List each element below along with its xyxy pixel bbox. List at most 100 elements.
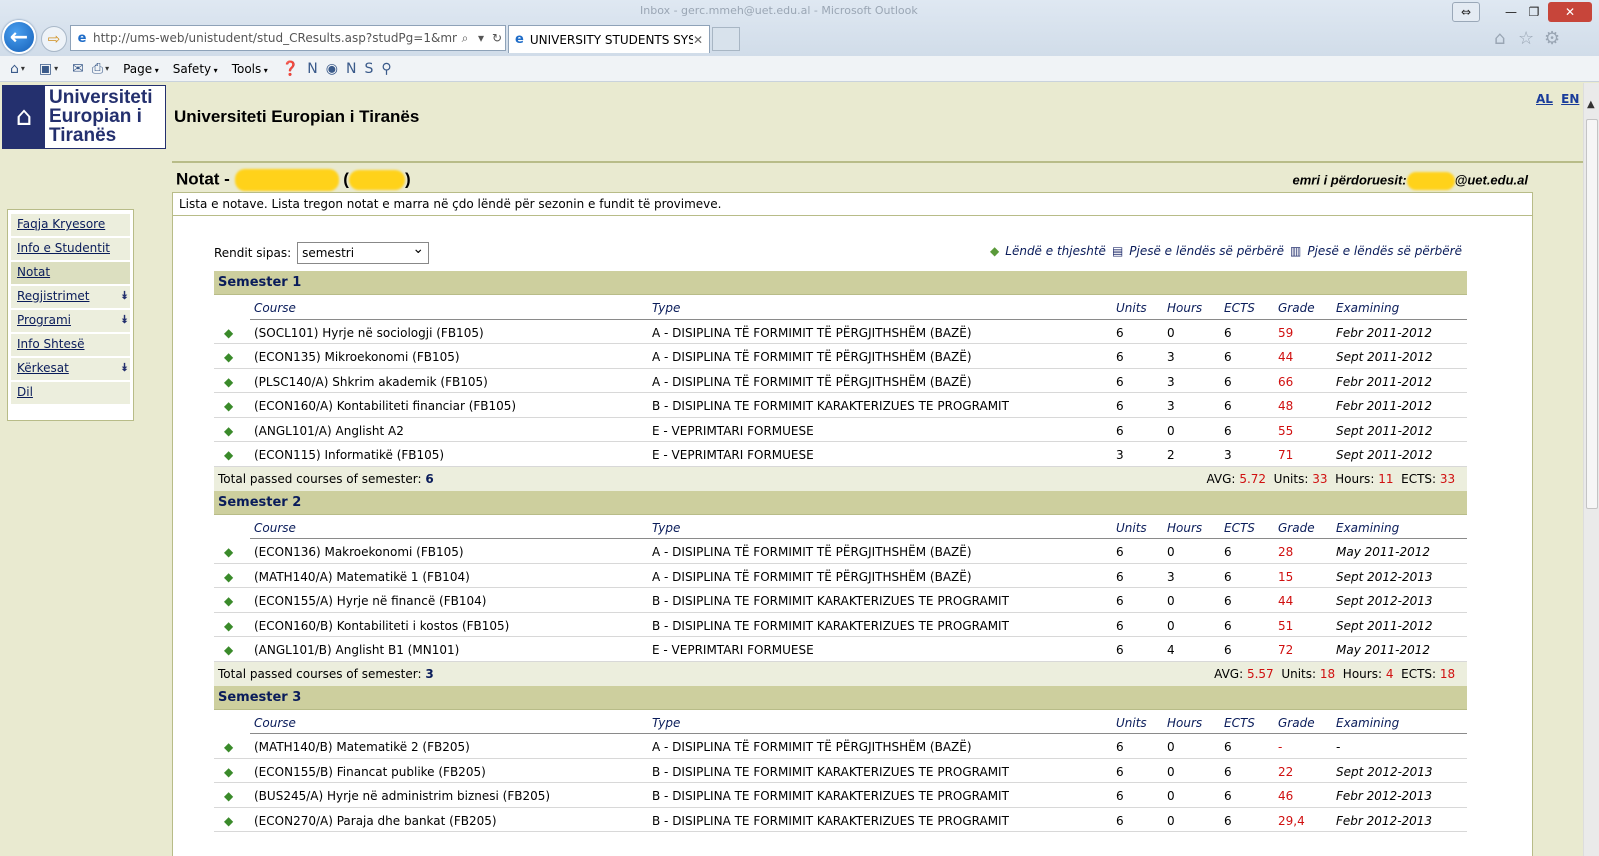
safety-menu[interactable]: Safety <box>173 62 218 76</box>
vertical-scrollbar[interactable]: ▲ <box>1583 83 1599 856</box>
cell-course: (MATH140/B) Matematikë 2 (FB205) <box>254 740 470 754</box>
column-header-examining[interactable]: Examining <box>1336 716 1399 730</box>
cell-exam: Febr 2012-2013 <box>1336 789 1433 803</box>
home-icon[interactable]: ⌂ <box>1494 28 1505 49</box>
cell-exam: Sept 2011-2012 <box>1336 350 1433 364</box>
onenote-icon[interactable]: N <box>307 61 317 77</box>
tools-menu[interactable]: Tools <box>232 62 268 76</box>
total-passed-count: 6 <box>425 471 434 486</box>
tab-university-students[interactable]: e UNIVERSITY STUDENTS SYS... ✕ <box>508 25 710 53</box>
sort-select[interactable]: semestri <box>297 241 430 264</box>
search-icon[interactable]: ⌕ <box>457 31 473 46</box>
sidebar-item-grades[interactable]: Notat <box>11 262 130 284</box>
column-header-type[interactable]: Type <box>652 716 680 730</box>
refresh-icon[interactable]: ↻ <box>489 31 505 45</box>
back-arrow-icon[interactable]: ← <box>2 20 36 54</box>
ie-page-icon: e <box>77 30 87 46</box>
home-icon[interactable]: ⌂ <box>10 61 19 77</box>
new-tab-button[interactable] <box>712 27 740 51</box>
cell-grade: 46 <box>1278 789 1294 803</box>
cell-units: 6 <box>1116 594 1124 608</box>
column-header-hours[interactable]: Hours <box>1167 716 1202 730</box>
cell-hours: 0 <box>1167 594 1175 608</box>
cell-exam: - <box>1336 740 1341 754</box>
user-info: emri i përdoruesit: @uet.edu.al <box>1180 172 1528 190</box>
cell-grade: 28 <box>1278 545 1294 559</box>
feeds-icon[interactable]: ▣ <box>39 61 52 77</box>
column-header-course[interactable]: Course <box>254 301 296 315</box>
column-header-type[interactable]: Type <box>652 301 680 315</box>
sidebar-item-program[interactable]: Programi ⯯ <box>11 310 130 332</box>
column-header-grade[interactable]: Grade <box>1278 716 1315 730</box>
table-row: ◆ (MATH140/A) Matematikë 1 (FB104) A - DIS… <box>214 564 1467 588</box>
cell-course: (ECON115) Informatikë (FB105) <box>254 448 445 462</box>
expand-arrow-icon[interactable]: ⯯ <box>121 313 128 327</box>
sidebar-item-registrations[interactable]: Regjistrimet ⯯ <box>11 286 130 308</box>
address-bar[interactable]: e http://ums-web/unistudent/stud_CResult… <box>70 25 506 51</box>
book-icon: ◆ <box>224 740 234 754</box>
logo-line-3: Tiranës <box>49 125 117 146</box>
sidebar-item-student-info[interactable]: Info e Studentit <box>11 238 130 260</box>
forward-arrow-icon[interactable]: ⇨ <box>41 26 67 52</box>
chevron-down-icon[interactable]: ▾ <box>54 64 58 73</box>
semester-header: Semester 2 <box>214 490 1467 515</box>
expand-arrow-icon[interactable]: ⯯ <box>121 361 128 375</box>
tab-close-icon[interactable]: ✕ <box>693 33 709 47</box>
column-header-units[interactable]: Units <box>1116 521 1147 535</box>
sidebar-item-logout[interactable]: Dil <box>11 382 130 404</box>
username-domain: @uet.edu.al <box>1454 172 1528 188</box>
lang-al-link[interactable]: AL <box>1536 92 1553 106</box>
column-header-course[interactable]: Course <box>254 521 296 535</box>
favorites-star-icon[interactable]: ☆ <box>1518 28 1534 49</box>
sidebar-item-home[interactable]: Faqja Kryesore <box>11 214 130 236</box>
cell-course: (SOCL101) Hyrje në sociologji (FB105) <box>254 325 484 340</box>
cell-exam: May 2011-2012 <box>1336 643 1431 657</box>
chevron-down-icon[interactable]: ▾ <box>21 64 25 73</box>
column-header-examining[interactable]: Examining <box>1336 301 1399 315</box>
close-window-button[interactable]: ✕ <box>1548 2 1592 22</box>
research-icon[interactable]: ⚲ <box>381 61 391 77</box>
help-icon[interactable]: ❓ <box>282 61 299 77</box>
sidebar-item-extra-info[interactable]: Info Shtesë <box>11 334 130 356</box>
scroll-up-icon[interactable]: ▲ <box>1587 99 1595 110</box>
column-header-type[interactable]: Type <box>652 521 680 535</box>
restore-previous-button[interactable]: ⇔ <box>1452 2 1480 22</box>
column-header-ects[interactable]: ECTS <box>1224 521 1255 535</box>
sidebar-item-requests[interactable]: Kërkesat ⯯ <box>11 358 130 380</box>
scroll-thumb[interactable] <box>1586 119 1598 509</box>
column-header-ects[interactable]: ECTS <box>1224 716 1255 730</box>
column-header-ects[interactable]: ECTS <box>1224 301 1255 315</box>
dropdown-icon[interactable]: ▾ <box>473 31 489 45</box>
maximize-button[interactable]: ❐ <box>1523 2 1545 22</box>
column-header-hours[interactable]: Hours <box>1167 521 1202 535</box>
cell-grade: 44 <box>1278 594 1294 608</box>
column-header-course[interactable]: Course <box>254 716 296 730</box>
university-logo[interactable]: ⌂ Universiteti Europian i Tiranës <box>2 85 166 149</box>
cell-exam: Febr 2011-2012 <box>1336 325 1433 340</box>
column-header-hours[interactable]: Hours <box>1167 301 1202 315</box>
column-header-units[interactable]: Units <box>1116 716 1147 730</box>
column-header-grade[interactable]: Grade <box>1278 521 1315 535</box>
table-row: ◆ (ANGL101/A) Anglisht A2 E - VEPRIMTARI F… <box>214 418 1467 442</box>
chevron-down-icon[interactable]: ▾ <box>105 64 109 73</box>
minimize-button[interactable]: — <box>1500 2 1522 22</box>
total-passed-label: Total passed courses of semester: <box>218 471 422 486</box>
column-header-grade[interactable]: Grade <box>1278 301 1315 315</box>
skype-icon[interactable]: S <box>364 61 373 77</box>
mail-icon[interactable]: ✉ <box>72 61 84 77</box>
onenote-send-icon[interactable]: N <box>346 61 356 77</box>
column-header-units[interactable]: Units <box>1116 301 1147 315</box>
cell-grade: 44 <box>1278 350 1294 364</box>
lang-en-link[interactable]: EN <box>1561 92 1579 106</box>
column-header-examining[interactable]: Examining <box>1336 521 1399 535</box>
cell-ects: 6 <box>1224 789 1232 803</box>
expand-arrow-icon[interactable]: ⯯ <box>121 289 128 303</box>
print-icon[interactable]: ⎙ <box>92 61 103 77</box>
settings-gear-icon[interactable]: ⚙ <box>1544 28 1560 49</box>
cell-type: E - VEPRIMTARI FORMUESE <box>652 423 814 438</box>
eye-icon[interactable]: ◉ <box>326 61 338 77</box>
total-avg-label: AVG: <box>1206 471 1236 486</box>
cell-hours: 3 <box>1167 374 1175 389</box>
address-url[interactable]: http://ums-web/unistudent/stud_CResults.… <box>93 31 457 45</box>
page-menu[interactable]: Page <box>123 62 159 76</box>
